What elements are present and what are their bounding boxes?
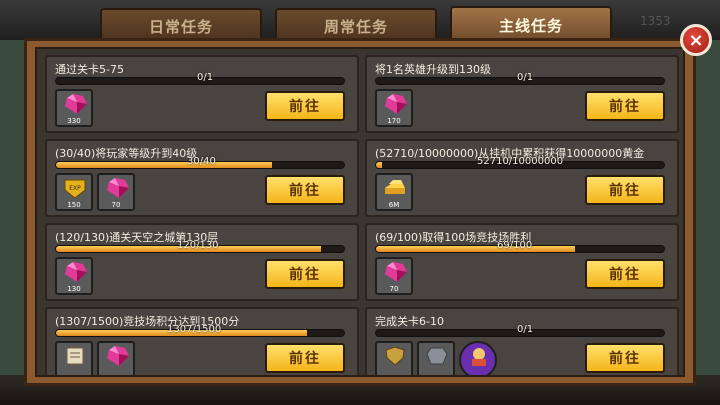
reward-slot[interactable]: 170 [375, 89, 413, 127]
reward-slot[interactable] [375, 341, 413, 375]
quest-card: 将1名英雄升级到130级 0/1 170 前往 [365, 55, 679, 133]
progress-text: 69/100 [497, 240, 533, 251]
quest-board: 通过关卡5-75 0/1 330 前往 将1名英雄升级到130级 0/1 170… [24, 38, 696, 386]
quest-card: (69/100)取得100场竞技场胜利 69/100 70 前往 [365, 223, 679, 301]
quest-title: (30/40)将玩家等级升到40级 [55, 147, 198, 160]
reward-slot[interactable] [55, 341, 93, 375]
reward-slot[interactable]: 330 [55, 89, 93, 127]
reward-count: 6M [388, 201, 400, 209]
go-button[interactable]: 前往 [265, 175, 345, 205]
go-button[interactable]: 前往 [265, 259, 345, 289]
quest-card: 完成关卡6-10 0/1 前往 [365, 307, 679, 375]
gem-icon [107, 346, 129, 366]
quest-card: (120/130)通关天空之城第130层 120/130 130 前往 [45, 223, 359, 301]
go-button[interactable]: 前往 [265, 343, 345, 373]
reward-slot[interactable]: EXP 150 [55, 173, 93, 211]
reward-slot[interactable] [459, 341, 497, 375]
reward-slot[interactable]: 70 [97, 173, 135, 211]
progress-text: 0/1 [517, 324, 534, 335]
gem-icon [385, 94, 407, 114]
reward-count: 330 [67, 117, 81, 125]
quest-card: (52710/10000000)从挂机中累积获得10000000黄金 52710… [365, 139, 679, 217]
gem-icon [65, 262, 87, 282]
background-number: 1353 [640, 14, 671, 28]
hero-portrait-icon [472, 348, 486, 366]
gem-icon [385, 262, 407, 282]
progress-text: 0/1 [197, 72, 214, 83]
reward-count: 70 [389, 285, 399, 293]
shield-icon [385, 346, 405, 366]
svg-text:EXP: EXP [69, 185, 81, 192]
gold-bar-icon [385, 180, 405, 194]
reward-count: 170 [387, 117, 401, 125]
progress-text: 1307/1500 [167, 324, 222, 335]
reward-slot[interactable]: 70 [375, 257, 413, 295]
quest-title: 将1名英雄升级到130级 [375, 63, 491, 76]
go-button[interactable]: 前往 [585, 259, 665, 289]
close-button[interactable]: × [680, 24, 712, 56]
scroll-icon [66, 347, 84, 365]
close-icon: × [688, 29, 704, 51]
reward-count: 70 [111, 201, 121, 209]
gem-icon [65, 94, 87, 114]
tab-weekly[interactable]: 周常任务 [275, 8, 437, 42]
gem-icon [107, 178, 129, 198]
progress-text: 0/1 [517, 72, 534, 83]
exp-icon: EXP [64, 179, 86, 198]
reward-slot[interactable]: 6M [375, 173, 413, 211]
progress-text: 30/40 [187, 156, 216, 167]
progress-text: 120/130 [177, 240, 219, 251]
progress-text: 52710/10000000 [477, 156, 564, 167]
go-button[interactable]: 前往 [585, 91, 665, 121]
quest-card: 通过关卡5-75 0/1 330 前往 [45, 55, 359, 133]
armor-icon [426, 347, 448, 365]
quest-list[interactable]: 通过关卡5-75 0/1 330 前往 将1名英雄升级到130级 0/1 170… [35, 47, 685, 377]
reward-slot[interactable] [417, 341, 455, 375]
reward-slot[interactable] [97, 341, 135, 375]
reward-count: 130 [67, 285, 81, 293]
tab-main[interactable]: 主线任务 [450, 6, 612, 42]
reward-count: 150 [67, 201, 81, 209]
quest-title: 通过关卡5-75 [55, 63, 124, 76]
tab-daily[interactable]: 日常任务 [100, 8, 262, 42]
reward-slot[interactable]: 130 [55, 257, 93, 295]
quest-card: (1307/1500)竞技场积分达到1500分 1307/1500 前往 [45, 307, 359, 375]
go-button[interactable]: 前往 [585, 343, 665, 373]
quest-title: 完成关卡6-10 [375, 315, 444, 328]
quest-card: (30/40)将玩家等级升到40级 30/40 EXP 150 70 前往 [45, 139, 359, 217]
go-button[interactable]: 前往 [585, 175, 665, 205]
go-button[interactable]: 前往 [265, 91, 345, 121]
